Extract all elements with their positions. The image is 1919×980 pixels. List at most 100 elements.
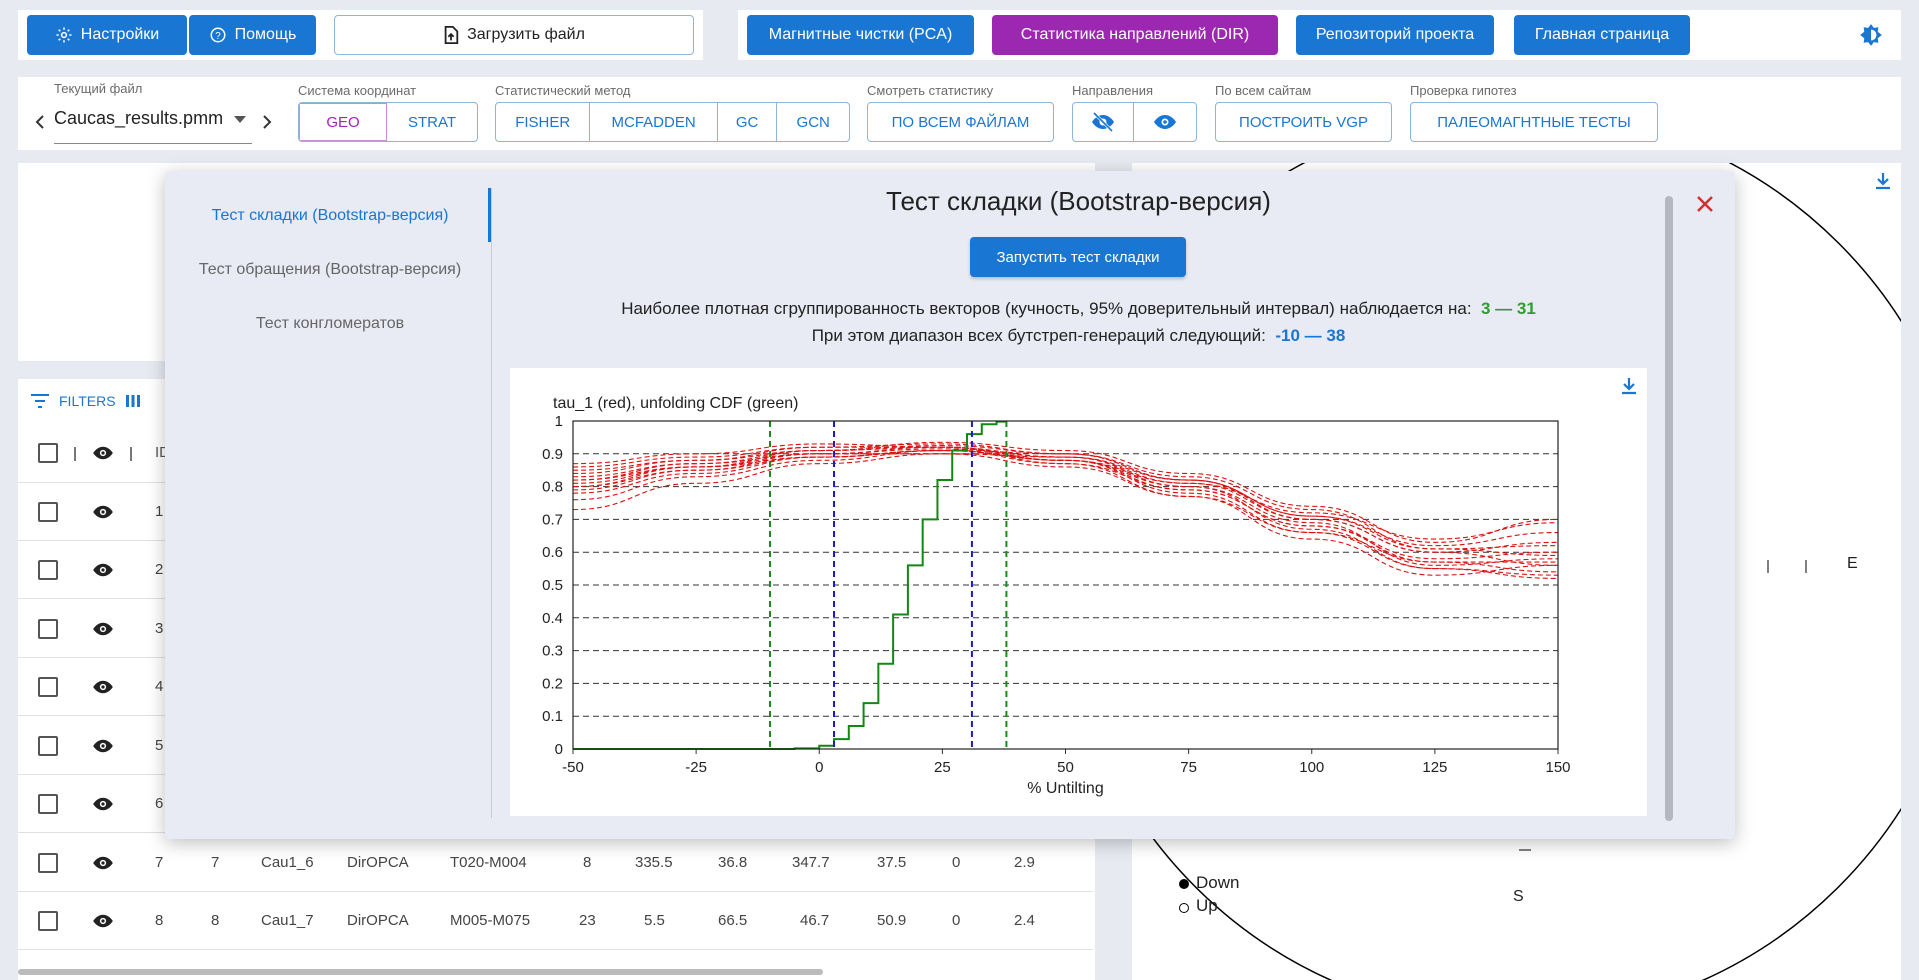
eye-icon[interactable] <box>92 738 114 754</box>
row-number: 7 <box>155 854 164 871</box>
coord-geo-button[interactable]: GEO <box>299 103 388 141</box>
header-divider <box>130 447 132 461</box>
method-label: Статистический метод <box>495 83 631 98</box>
table-row[interactable]: 8 8 Cau1_7 DirOPCA M005-M075 23 5.5 66.5… <box>18 892 1093 950</box>
coord-strat-button[interactable]: STRAT <box>387 103 477 141</box>
result-line-1-value: 3 — 31 <box>1481 299 1536 318</box>
legend-down-label: Down <box>1196 873 1240 892</box>
x-tick-label: 25 <box>934 759 951 776</box>
tab-reversal-test[interactable]: Тест обращения (Bootstrap-версия) <box>165 261 495 279</box>
x-tick-label: -50 <box>562 759 584 776</box>
eye-off-icon <box>1091 112 1115 132</box>
select-all-checkbox[interactable] <box>38 443 58 463</box>
stereonet-south-label: S <box>1513 888 1524 905</box>
stats-label: Смотреть статистику <box>867 83 994 98</box>
theme-toggle-icon[interactable] <box>1858 22 1884 48</box>
repo-label: Репозиторий проекта <box>1315 26 1475 43</box>
table-row[interactable]: 7 7 Cau1_6 DirOPCA T020-M004 8 335.5 36.… <box>18 834 1093 892</box>
tau1-bootstrap-line <box>572 453 1559 550</box>
visibility-header-icon[interactable] <box>92 445 114 461</box>
row-number: 2 <box>155 561 164 578</box>
x-tick-label: 50 <box>1057 759 1074 776</box>
eye-icon[interactable] <box>92 562 114 578</box>
repo-button[interactable]: Репозиторий проекта <box>1296 15 1494 55</box>
result-line-1: Наиболее плотная сгруппированность векто… <box>510 299 1647 319</box>
tab-conglomerate-test[interactable]: Тест конгломератов <box>165 315 495 333</box>
upload-file-button[interactable]: Загрузить файл <box>334 15 694 55</box>
current-file-select[interactable]: Caucas_results.pmm <box>54 108 252 144</box>
eye-icon[interactable] <box>92 796 114 812</box>
cell-b: 66.5 <box>718 912 748 929</box>
paleomag-tests-label: ПАЛЕОМАГНТНЫЕ ТЕСТЫ <box>1437 113 1631 131</box>
home-label: Главная страница <box>1534 26 1670 43</box>
cell-name: Cau1_6 <box>261 854 314 871</box>
row-checkbox[interactable] <box>38 502 58 522</box>
hypothesis-tests-modal: Тест складки (Bootstrap-версия) Тест обр… <box>165 171 1735 839</box>
x-tick-label: 75 <box>1180 759 1197 776</box>
run-fold-test-button[interactable]: Запустить тест складки <box>970 237 1186 277</box>
modal-title: Тест складки (Bootstrap-версия) <box>886 186 1271 216</box>
show-directions-button[interactable] <box>1134 103 1196 141</box>
result-line-2-value: -10 — 38 <box>1275 326 1346 345</box>
cell-code: DirOPCA <box>347 854 409 871</box>
help-button[interactable]: ? Помощь <box>189 15 316 55</box>
method-fisher-button[interactable]: FISHER <box>496 103 591 141</box>
horizontal-scrollbar[interactable] <box>18 969 823 975</box>
row-checkbox[interactable] <box>38 853 58 873</box>
cell-f: 2.9 <box>1014 854 1035 871</box>
columns-icon[interactable] <box>125 394 141 408</box>
row-checkbox[interactable] <box>38 560 58 580</box>
method-gc-button[interactable]: GC <box>718 103 778 141</box>
row-checkbox[interactable] <box>38 794 58 814</box>
row-checkbox[interactable] <box>38 736 58 756</box>
row-number: 8 <box>155 912 164 929</box>
tab-fold-test[interactable]: Тест складки (Bootstrap-версия) <box>165 207 495 225</box>
eye-icon[interactable] <box>92 621 114 637</box>
current-file-value: Caucas_results.pmm <box>54 108 224 128</box>
cell-a: 335.5 <box>635 854 673 871</box>
tabs-divider <box>491 188 492 818</box>
cell-e: 0 <box>952 854 961 871</box>
gear-icon <box>55 26 73 44</box>
home-button[interactable]: Главная страница <box>1514 15 1690 55</box>
result-line-2: При этом диапазон всех бутстреп-генераци… <box>510 326 1647 346</box>
current-file-label: Текущий файл <box>54 81 143 96</box>
method-gcn-button[interactable]: GCN <box>777 103 849 141</box>
hide-directions-button[interactable] <box>1073 103 1135 141</box>
dir-button[interactable]: Статистика направлений (DIR) <box>992 15 1278 55</box>
row-number: 3 <box>155 620 164 637</box>
eye-icon[interactable] <box>92 855 114 871</box>
row-checkbox[interactable] <box>38 619 58 639</box>
row-checkbox[interactable] <box>38 677 58 697</box>
modal-scrollbar[interactable] <box>1665 196 1673 821</box>
chevron-right-icon[interactable] <box>261 114 273 130</box>
y-tick-label: 0.7 <box>542 511 563 528</box>
settings-button[interactable]: Настройки <box>27 15 187 55</box>
fold-test-chart-panel: tau_1 (red), unfolding CDF (green) 0 0.1 0.… <box>510 368 1647 816</box>
filters-button[interactable]: FILTERS <box>30 393 141 409</box>
method-mcfadden-button[interactable]: MCFADDEN <box>590 103 718 141</box>
chevron-left-icon[interactable] <box>34 114 46 130</box>
paleomag-tests-button[interactable]: ПАЛЕОМАГНТНЫЕ ТЕСТЫ <box>1410 102 1658 142</box>
x-tick-label: -25 <box>685 759 707 776</box>
eye-icon[interactable] <box>92 913 114 929</box>
pca-button[interactable]: Магнитные чистки (PCA) <box>747 15 974 55</box>
help-label: Помощь <box>234 26 297 43</box>
cell-c: 46.7 <box>800 912 830 929</box>
eye-icon[interactable] <box>92 679 114 695</box>
build-vgp-button[interactable]: ПОСТРОИТЬ VGP <box>1215 102 1392 142</box>
y-tick-label: 0.2 <box>542 675 563 692</box>
hypothesis-label: Проверка гипотез <box>1410 83 1517 98</box>
cell-b: 36.8 <box>718 854 748 871</box>
y-tick-label: 0.4 <box>542 610 563 627</box>
close-icon[interactable] <box>1695 194 1715 214</box>
directions-toggle <box>1072 102 1197 142</box>
tau1-bootstrap-line <box>572 449 1559 566</box>
eye-icon[interactable] <box>92 504 114 520</box>
file-upload-icon <box>443 26 459 44</box>
y-tick-label: 1 <box>555 413 563 430</box>
stats-all-files-button[interactable]: ПО ВСЕМ ФАЙЛАМ <box>867 102 1054 142</box>
cell-id: 7 <box>211 854 220 871</box>
chart-title: tau_1 (red), unfolding CDF (green) <box>553 395 798 412</box>
row-checkbox[interactable] <box>38 911 58 931</box>
